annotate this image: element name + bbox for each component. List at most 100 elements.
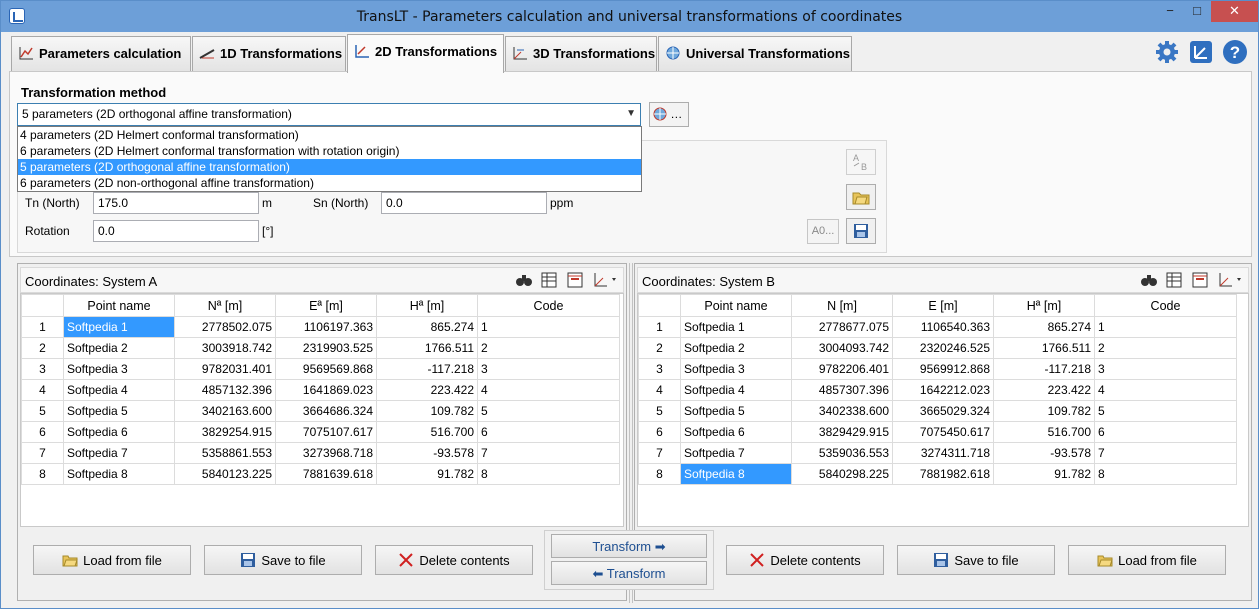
- table-cell[interactable]: 5359036.553: [791, 442, 893, 464]
- table-cell[interactable]: 9782206.401: [791, 358, 893, 380]
- table-row[interactable]: 7 Softpedia 7 5358861.553 3273968.718 -93.57…: [21, 442, 620, 464]
- table-cell[interactable]: 91.782: [376, 463, 478, 485]
- table-cell[interactable]: 1766.511: [993, 337, 1095, 359]
- column-header[interactable]: E [m]: [892, 294, 994, 317]
- table-cell[interactable]: 2320246.525: [892, 337, 994, 359]
- table-cell[interactable]: 3665029.324: [892, 400, 994, 422]
- method-globe-button[interactable]: …: [649, 102, 689, 127]
- save-to-file-button-a[interactable]: Save to file: [204, 545, 362, 575]
- table-cell[interactable]: 4857307.396: [791, 379, 893, 401]
- table-row[interactable]: 2 Softpedia 2 3004093.742 2320246.525 1766.5…: [638, 337, 1237, 359]
- table-cell[interactable]: 9569569.868: [275, 358, 377, 380]
- row-index[interactable]: 3: [638, 358, 681, 380]
- clear-table-icon[interactable]: [1191, 271, 1209, 289]
- column-header[interactable]: Hª [m]: [993, 294, 1095, 317]
- table-cell[interactable]: 3: [1094, 358, 1237, 380]
- table-row[interactable]: 8 Softpedia 8 5840123.225 7881639.618 91.782…: [21, 463, 620, 485]
- table-cell[interactable]: 3274311.718: [892, 442, 994, 464]
- table-cell[interactable]: 516.700: [993, 421, 1095, 443]
- tab-parameters-calculation[interactable]: Parameters calculation: [11, 36, 191, 72]
- table-cell[interactable]: 5840298.225: [791, 463, 893, 485]
- column-header[interactable]: [638, 294, 681, 317]
- save-params-button[interactable]: [846, 218, 876, 244]
- row-index[interactable]: 3: [21, 358, 64, 380]
- table-cell[interactable]: 3402163.600: [174, 400, 276, 422]
- table-row[interactable]: 5 Softpedia 5 3402163.600 3664686.324 109.78…: [21, 400, 620, 422]
- table-row[interactable]: 3 Softpedia 3 9782031.401 9569569.868 -117.2…: [21, 358, 620, 380]
- maximize-button[interactable]: □: [1183, 1, 1211, 22]
- point-name-cell[interactable]: Softpedia 4: [680, 379, 792, 401]
- point-name-cell[interactable]: Softpedia 1: [63, 316, 175, 338]
- table-cell[interactable]: 7075450.617: [892, 421, 994, 443]
- row-index[interactable]: 1: [21, 316, 64, 338]
- table-cell[interactable]: 1106540.363: [892, 316, 994, 338]
- table-row[interactable]: 6 Softpedia 6 3829429.915 7075450.617 516.70…: [638, 421, 1237, 443]
- table-cell[interactable]: 2: [1094, 337, 1237, 359]
- table-cell[interactable]: 865.274: [376, 316, 478, 338]
- column-header[interactable]: Nª [m]: [174, 294, 276, 317]
- dropdown-option[interactable]: 6 parameters (2D non-orthogonal affine t…: [18, 175, 641, 191]
- column-header[interactable]: Code: [477, 294, 620, 317]
- point-name-cell[interactable]: Softpedia 3: [63, 358, 175, 380]
- table-cell[interactable]: 9569912.868: [892, 358, 994, 380]
- table-cell[interactable]: 3: [477, 358, 620, 380]
- axes-dropdown-icon[interactable]: [1216, 271, 1244, 289]
- table-row[interactable]: 1 Softpedia 1 2778502.075 1106197.363 865.27…: [21, 316, 620, 338]
- column-header[interactable]: N [m]: [791, 294, 893, 317]
- table-cell[interactable]: -93.578: [376, 442, 478, 464]
- tab-universal-transformations[interactable]: Universal Transformations: [658, 36, 852, 72]
- column-header[interactable]: [21, 294, 64, 317]
- table-cell[interactable]: 1766.511: [376, 337, 478, 359]
- table-cell[interactable]: 8: [477, 463, 620, 485]
- table-cell[interactable]: -117.218: [993, 358, 1095, 380]
- point-name-cell[interactable]: Softpedia 7: [680, 442, 792, 464]
- point-name-cell[interactable]: Softpedia 5: [680, 400, 792, 422]
- point-name-cell[interactable]: Softpedia 8: [63, 463, 175, 485]
- table-cell[interactable]: 1: [1094, 316, 1237, 338]
- save-to-file-button-b[interactable]: Save to file: [897, 545, 1055, 575]
- table-cell[interactable]: 516.700: [376, 421, 478, 443]
- delete-contents-button-a[interactable]: Delete contents: [375, 545, 533, 575]
- row-index[interactable]: 2: [638, 337, 681, 359]
- row-index[interactable]: 2: [21, 337, 64, 359]
- table-cell[interactable]: 109.782: [993, 400, 1095, 422]
- table-row[interactable]: 8 Softpedia 8 5840298.225 7881982.618 91.782…: [638, 463, 1237, 485]
- point-name-cell[interactable]: Softpedia 2: [680, 337, 792, 359]
- point-name-cell[interactable]: Softpedia 8: [680, 463, 792, 485]
- table-cell[interactable]: -117.218: [376, 358, 478, 380]
- table-cell[interactable]: 5358861.553: [174, 442, 276, 464]
- table-cell[interactable]: 7881982.618: [892, 463, 994, 485]
- load-from-file-button-a[interactable]: Load from file: [33, 545, 191, 575]
- find-icon[interactable]: [515, 271, 533, 289]
- table-cell[interactable]: 3829429.915: [791, 421, 893, 443]
- dropdown-option-selected[interactable]: 5 parameters (2D orthogonal affine trans…: [18, 159, 641, 175]
- table-cell[interactable]: 1106197.363: [275, 316, 377, 338]
- table-cell[interactable]: 7: [477, 442, 620, 464]
- system-b-grid[interactable]: Point name N [m] E [m] Hª [m] Code 1 Softpedi…: [637, 293, 1249, 527]
- column-header[interactable]: Point name: [63, 294, 175, 317]
- table-cell[interactable]: 4: [477, 379, 620, 401]
- point-name-cell[interactable]: Softpedia 1: [680, 316, 792, 338]
- export-icon[interactable]: [1189, 40, 1213, 64]
- table-cell[interactable]: 2778502.075: [174, 316, 276, 338]
- table-cell[interactable]: 223.422: [993, 379, 1095, 401]
- table-cell[interactable]: 91.782: [993, 463, 1095, 485]
- table-cell[interactable]: 5840123.225: [174, 463, 276, 485]
- table-cell[interactable]: 109.782: [376, 400, 478, 422]
- table-cell[interactable]: 865.274: [993, 316, 1095, 338]
- table-cell[interactable]: 2319903.525: [275, 337, 377, 359]
- tab-3d-transformations[interactable]: 3D Transformations: [505, 36, 657, 72]
- table-cell[interactable]: 1: [477, 316, 620, 338]
- dropdown-option[interactable]: 4 parameters (2D Helmert conformal trans…: [18, 127, 641, 143]
- table-cell[interactable]: 6: [477, 421, 620, 443]
- table-cell[interactable]: 1641869.023: [275, 379, 377, 401]
- table-icon[interactable]: [540, 271, 558, 289]
- column-header[interactable]: Point name: [680, 294, 792, 317]
- table-cell[interactable]: 4857132.396: [174, 379, 276, 401]
- point-name-cell[interactable]: Softpedia 6: [680, 421, 792, 443]
- column-header[interactable]: Hª [m]: [376, 294, 478, 317]
- table-row[interactable]: 7 Softpedia 7 5359036.553 3274311.718 -93.57…: [638, 442, 1237, 464]
- table-cell[interactable]: 3664686.324: [275, 400, 377, 422]
- table-row[interactable]: 3 Softpedia 3 9782206.401 9569912.868 -117.2…: [638, 358, 1237, 380]
- table-cell[interactable]: 6: [1094, 421, 1237, 443]
